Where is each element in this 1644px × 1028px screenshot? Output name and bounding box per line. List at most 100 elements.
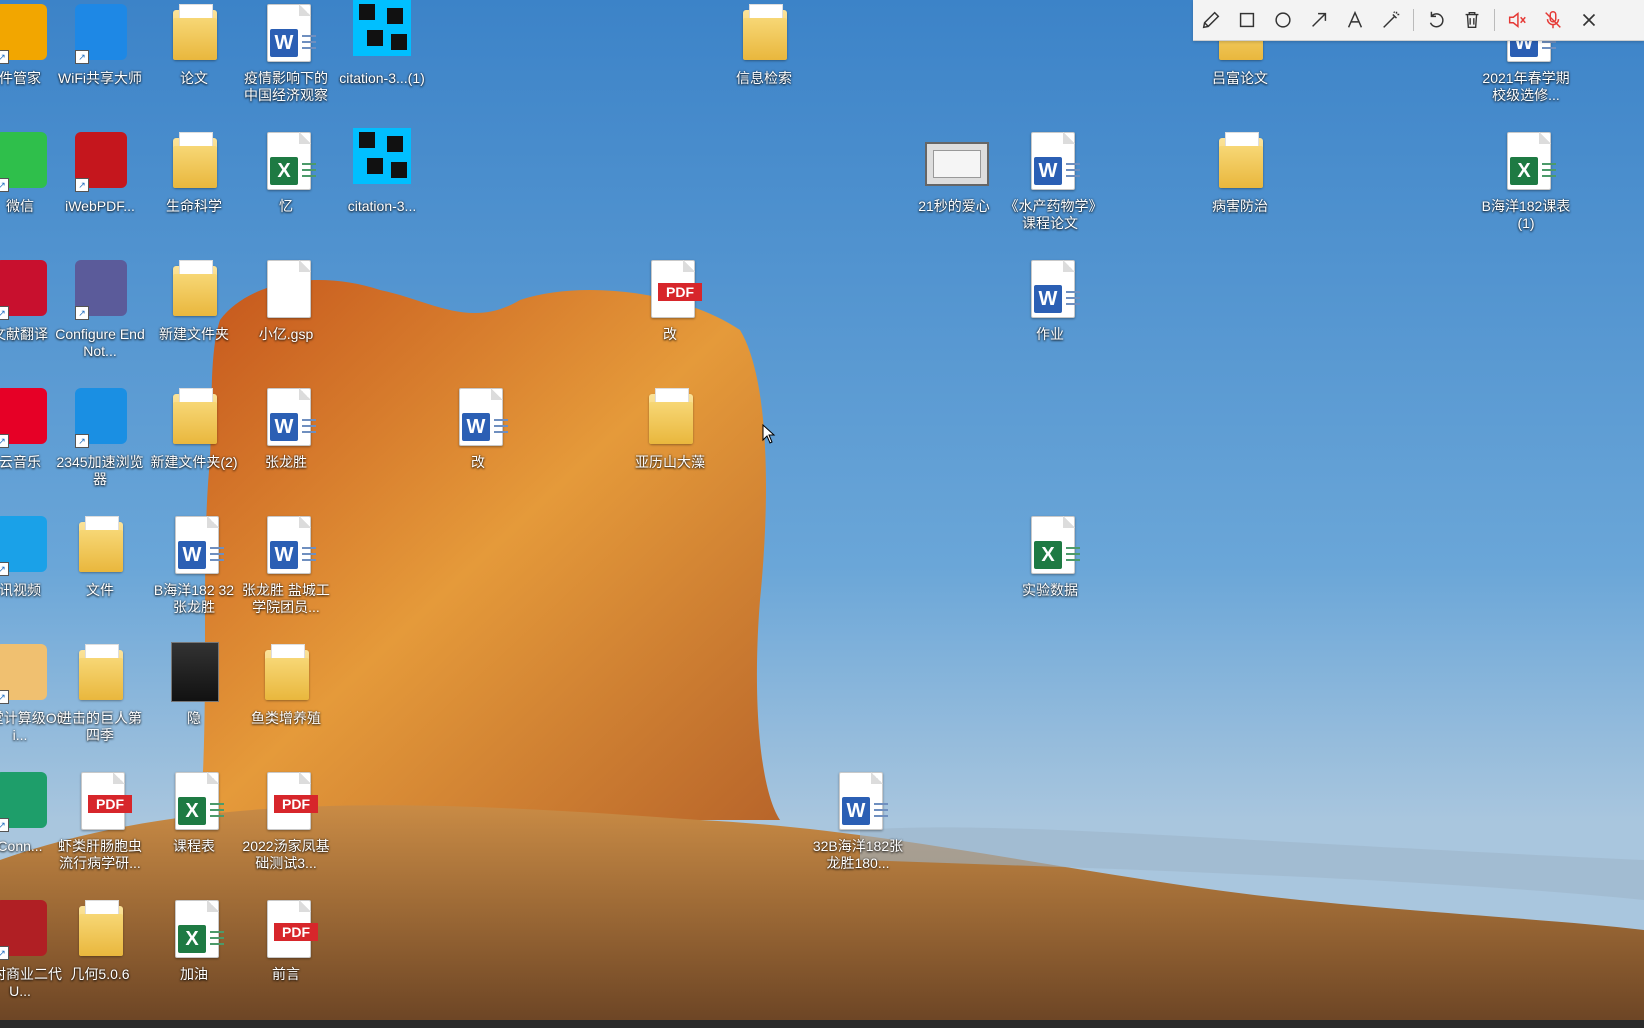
desktop-icon-shuichan[interactable]: W 《水产药物学》课程论文 xyxy=(1004,128,1096,232)
folder-icon xyxy=(173,260,217,316)
desktop-icon-label: 作业 xyxy=(1036,326,1064,342)
text-tool-button[interactable] xyxy=(1337,2,1373,38)
desktop-icon-aixin[interactable]: 21秒的爱心 xyxy=(908,128,1000,215)
desktop-icon-qianyan[interactable]: PDF 前言 xyxy=(240,896,332,983)
desktop-icon-jinji[interactable]: 进击的巨人第四季 xyxy=(54,640,146,744)
desktop-icon-xinjian1[interactable]: 新建文件夹 xyxy=(148,256,240,343)
desktop-icon-browser2345[interactable]: ↗ 2345加速浏览器 xyxy=(54,384,146,488)
desktop-icon-yiqing[interactable]: W 疫情影响下的中国经济观察 xyxy=(240,0,332,104)
word-document-icon: W xyxy=(267,516,316,574)
word-document-icon: W xyxy=(459,388,508,446)
delete-button[interactable] xyxy=(1454,2,1490,38)
desktop-icon-label: 新建文件夹(2) xyxy=(150,454,238,470)
desktop-icon-label: citation-3... xyxy=(347,198,417,214)
close-toolbar-button[interactable] xyxy=(1571,2,1607,38)
desktop-icon-kebiao1[interactable]: X B海洋182课表(1) xyxy=(1480,128,1572,232)
folder-icon xyxy=(743,4,787,60)
shortcut-arrow-icon: ↗ xyxy=(75,178,89,192)
desktop-icon-zhanglong[interactable]: W 张龙胜 xyxy=(240,384,332,471)
desktop-icon-xialei[interactable]: PDF 虾类肝肠胞虫流行病学研... xyxy=(54,768,146,872)
desktop-icon-wenjian[interactable]: 文件 xyxy=(54,512,146,599)
desktop-icon-xinxi[interactable]: 信息检索 xyxy=(718,0,810,87)
desktop-icon-label: 张龙胜 xyxy=(265,454,307,470)
desktop-icon-glyph xyxy=(257,256,315,320)
pencil-tool-button[interactable] xyxy=(1193,2,1229,38)
desktop-icon-glyph: ↗ xyxy=(0,384,49,448)
desktop-icon-glyph: ↗ xyxy=(71,256,129,320)
desktop-icon-shiyan[interactable]: X 实验数据 xyxy=(1004,512,1096,599)
speaker-mute-button[interactable] xyxy=(1499,2,1535,38)
desktop-icon-binghai[interactable]: 病害防治 xyxy=(1194,128,1286,215)
desktop-icon-endnote[interactable]: ↗ Configure EndNot... xyxy=(54,256,146,360)
mouse-cursor-icon xyxy=(762,424,776,444)
desktop-icon-yin[interactable]: 隐 xyxy=(148,640,240,727)
shortcut-arrow-icon: ↗ xyxy=(0,946,9,960)
undo-button[interactable] xyxy=(1418,2,1454,38)
desktop-icon-bhaiyang[interactable]: W B海洋182 32张龙胜 xyxy=(148,512,240,616)
circle-icon xyxy=(1275,12,1291,28)
arrow-icon xyxy=(1312,12,1327,27)
desktop-icon-citation1[interactable]: citation-3...(1) xyxy=(336,0,428,87)
desktop-icon-yalishan[interactable]: 亚历山大藻 xyxy=(624,384,716,471)
folder-icon xyxy=(649,388,693,444)
desktop-icon-xiaoyi[interactable]: 小亿.gsp xyxy=(240,256,332,343)
pencil-icon xyxy=(1202,11,1220,29)
shortcut-arrow-icon: ↗ xyxy=(0,562,9,576)
desktop-icon-lunwen[interactable]: 论文 xyxy=(148,0,240,87)
folder-icon xyxy=(173,132,217,188)
desktop-icon-glyph: W xyxy=(257,0,316,64)
desktop-icon-label: 新建文件夹 xyxy=(159,326,229,342)
arrow-tool-button[interactable] xyxy=(1301,2,1337,38)
rectangle-tool-button[interactable] xyxy=(1229,2,1265,38)
desktop-icon-glyph: ↗ xyxy=(0,896,49,960)
folder-icon xyxy=(1219,132,1263,188)
desktop-icon-yulei[interactable]: 鱼类增养殖 xyxy=(240,640,332,727)
desktop-icon-gai-word[interactable]: W改 xyxy=(432,384,524,471)
desktop-icon-glyph: X xyxy=(1021,512,1080,576)
magic-wand-tool-button[interactable] xyxy=(1373,2,1409,38)
desktop-icon-label: 文件 xyxy=(86,582,114,598)
desktop-icon-glyph: ↗ xyxy=(0,256,49,320)
shortcut-arrow-icon: ↗ xyxy=(75,50,89,64)
desktop-icon-glyph: X xyxy=(165,768,224,832)
desktop-icon-label: 虾类肝肠胞虫流行病学研... xyxy=(58,838,142,871)
desktop-icon-citation2[interactable]: citation-3... xyxy=(336,128,428,215)
desktop-icon-xinjian2[interactable]: 新建文件夹(2) xyxy=(148,384,240,471)
desktop-icon-glyph xyxy=(353,0,411,64)
desktop-icon-jihe[interactable]: 几何5.0.6 xyxy=(54,896,146,983)
desktop-icon-yi[interactable]: X忆 xyxy=(240,128,332,215)
desktop-icon-glyph: ↗ xyxy=(0,640,49,704)
desktop-icon-gai-pdf[interactable]: PDF 改 xyxy=(624,256,716,343)
circle-tool-button[interactable] xyxy=(1265,2,1301,38)
image-file-icon xyxy=(171,642,219,702)
desktop-icon-jiayou[interactable]: X 加油 xyxy=(148,896,240,983)
desktop-icon-wifi[interactable]: ↗ WiFi共享大师 xyxy=(54,0,146,87)
excel-spreadsheet-icon: X xyxy=(175,900,224,958)
desktop-icon-32b[interactable]: W 32B海洋182张龙胜180... xyxy=(812,768,904,872)
word-document-icon: W xyxy=(267,388,316,446)
desktop-icon-label: iWebPDF... xyxy=(65,198,135,214)
desktop-icon-shengming[interactable]: 生命科学 xyxy=(148,128,240,215)
desktop-icon-glyph: ↗ xyxy=(0,128,49,192)
desktop-icon-glyph xyxy=(71,896,129,960)
desktop-icon-kechengbiao[interactable]: X 课程表 xyxy=(148,768,240,855)
close-icon xyxy=(1582,13,1596,27)
desktop-icon-label: 前言 xyxy=(272,966,300,982)
desktop-icon-label: 课程表 xyxy=(173,838,215,854)
pdf-file-icon: PDF xyxy=(267,772,318,830)
desktop-icon-yancheng[interactable]: W 张龙胜 盐城工学院团员... xyxy=(240,512,332,616)
shortcut-arrow-icon: ↗ xyxy=(0,50,9,64)
mic-mute-button[interactable] xyxy=(1535,2,1571,38)
excel-spreadsheet-icon: X xyxy=(267,132,316,190)
undo-icon xyxy=(1429,11,1444,28)
desktop-icon-glyph: ↗ xyxy=(0,0,49,64)
toolbar-divider xyxy=(1413,9,1414,31)
desktop-icon-iwebpdf[interactable]: ↗ iWebPDF... xyxy=(54,128,146,215)
pdf-file-icon: PDF xyxy=(651,260,702,318)
desktop-icon-glyph xyxy=(257,640,315,704)
desktop-icon-zuoye[interactable]: W 作业 xyxy=(1004,256,1096,343)
excel-spreadsheet-icon: X xyxy=(1507,132,1556,190)
desktop-icon-tangjiafeng[interactable]: PDF 2022汤家凤基础测试3... xyxy=(240,768,332,872)
desktop-icon-label: 信息检索 xyxy=(736,70,792,86)
desktop-icon-glyph xyxy=(165,128,223,192)
